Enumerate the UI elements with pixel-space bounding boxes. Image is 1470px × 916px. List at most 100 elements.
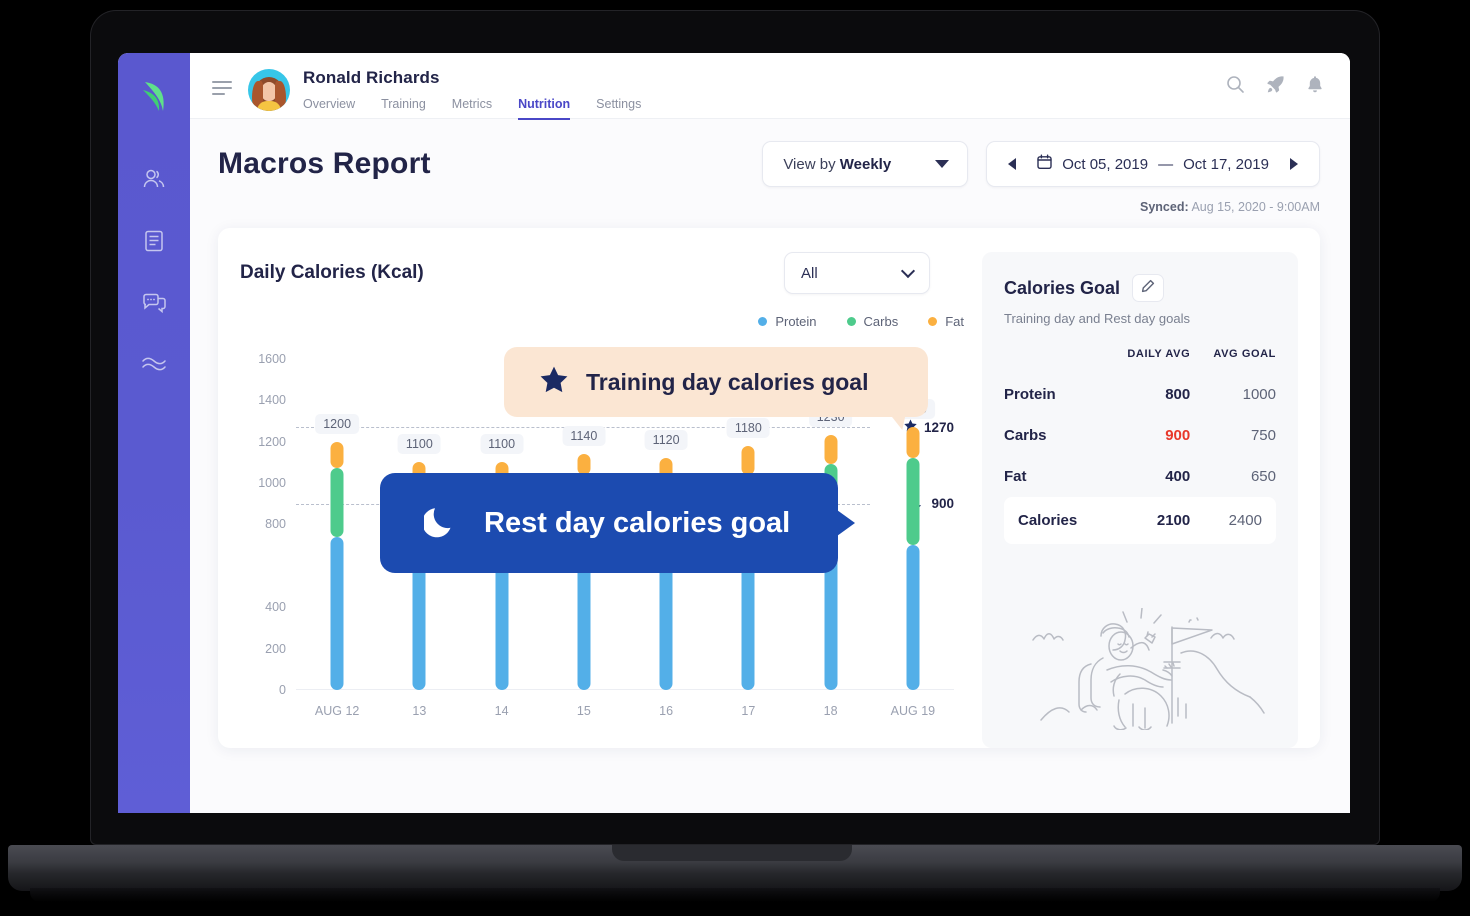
pencil-icon — [1141, 279, 1155, 298]
row-label: Calories — [1004, 497, 1105, 544]
search-icon[interactable] — [1226, 75, 1245, 94]
row-label: Protein — [1004, 386, 1056, 403]
legend-dot-protein — [758, 317, 768, 326]
tab-overview[interactable]: Overview — [303, 97, 355, 120]
chart-title: Daily Calories (Kcal) — [240, 262, 424, 283]
date-range-label[interactable]: Oct 05, 2019 — Oct 17, 2019 — [1037, 154, 1269, 174]
bar-segment-carbs — [906, 458, 920, 546]
synced-value: Aug 15, 2020 - 9:00AM — [1191, 200, 1320, 214]
row-avg-goal: 1000 — [1242, 386, 1276, 403]
x-tick-7: AUG 19 — [890, 704, 936, 718]
user-name: Ronald Richards — [303, 68, 440, 87]
y-axis: 0 200 400 800 1000 1200 1400 1600 — [240, 338, 286, 697]
chart-header: Daily Calories (Kcal) All — [240, 252, 964, 294]
view-by-dropdown[interactable]: View by Weekly — [762, 141, 969, 187]
synced-label: Synced: — [1140, 200, 1189, 214]
bar-value-label: 1200 — [315, 413, 360, 434]
row-daily-avg: 900 — [1165, 427, 1191, 444]
bar-segment-fat — [824, 435, 838, 465]
date-next-button[interactable] — [1283, 153, 1305, 175]
goals-table: DAILY AVG AVG GOAL Protein 800 1000 Carbs 90… — [1004, 348, 1276, 544]
callout-training-text: Training day calories goal — [586, 368, 869, 395]
rocket-icon[interactable] — [1266, 75, 1285, 94]
legend-label: Protein — [775, 314, 817, 329]
sidebar-item-programs[interactable] — [132, 219, 176, 263]
col-avg-goal: AVG GOAL — [1213, 348, 1276, 360]
x-tick-0: AUG 12 — [314, 704, 360, 718]
bar-value-label: 1100 — [480, 434, 524, 455]
legend-dot-fat — [928, 317, 938, 326]
goal-panel-subtitle: Training day and Rest day goals — [1004, 311, 1190, 326]
header-icons — [1226, 75, 1324, 94]
x-tick-1: 13 — [412, 704, 427, 718]
main-area: Ronald Richards Overview Training Metric… — [190, 53, 1350, 813]
bell-icon[interactable] — [1306, 75, 1324, 94]
tab-metrics[interactable]: Metrics — [452, 97, 492, 120]
table-row: Carbs 900 750 — [1004, 415, 1276, 456]
legend-item-carbs[interactable]: Carbs — [846, 314, 899, 329]
view-by-value: Weekly — [839, 155, 892, 173]
y-tick-1600: 1600 — [258, 351, 286, 366]
macros-card: Daily Calories (Kcal) All Protein Carbs Fa… — [218, 228, 1320, 748]
legend-dot-carbs — [846, 317, 856, 326]
climber-with-flag-illustration — [1004, 600, 1276, 730]
tab-settings[interactable]: Settings — [596, 97, 641, 120]
bar-segment-fat — [906, 427, 920, 459]
goal-panel-title: Calories Goal — [1004, 277, 1121, 298]
x-tick-6: 18 — [823, 704, 838, 718]
sidebar-item-clients[interactable] — [132, 157, 176, 201]
y-tick-1000: 1000 — [258, 475, 286, 490]
chart-plot: 0 200 400 800 1000 1200 1400 1600 1270 900 1200 11… — [240, 338, 964, 738]
date-start: Oct 05, 2019 — [1062, 155, 1149, 173]
date-prev-button[interactable] — [1001, 153, 1023, 175]
row-daily-avg: 800 — [1165, 386, 1191, 403]
bar-segment-protein — [330, 536, 344, 690]
sidebar-item-messages[interactable] — [132, 281, 176, 325]
page-title: Macros Report — [218, 147, 431, 180]
x-tick-2: 14 — [494, 704, 509, 718]
y-tick-800: 800 — [265, 517, 286, 532]
hamburger-icon[interactable] — [212, 77, 234, 99]
row-avg-goal: 650 — [1250, 468, 1276, 485]
callout-rest-text: Rest day calories goal — [484, 506, 791, 539]
callout-rest-goal: Rest day calories goal — [380, 473, 855, 573]
goal-value: 1270 — [923, 419, 954, 435]
col-label — [1004, 348, 1104, 374]
date-end: Oct 17, 2019 — [1183, 155, 1269, 173]
bar-value-label: 1120 — [644, 430, 688, 451]
row-avg-goal: 750 — [1250, 427, 1276, 444]
tab-nutrition[interactable]: Nutrition — [518, 97, 571, 120]
x-tick-3: 15 — [576, 704, 591, 718]
synced-status: Synced: Aug 15, 2020 - 9:00AM — [218, 200, 1320, 214]
avatar[interactable] — [248, 69, 290, 111]
y-tick-400: 400 — [265, 600, 286, 615]
bar-0[interactable] — [330, 441, 344, 690]
date-range-picker: Oct 05, 2019 — Oct 17, 2019 — [986, 141, 1320, 187]
legend-item-protein[interactable]: Protein — [758, 314, 817, 329]
x-tick-4: 16 — [659, 704, 674, 718]
legend-label: Fat — [945, 314, 964, 329]
bar-value-label: 1140 — [562, 425, 606, 446]
calendar-icon — [1037, 154, 1052, 174]
date-separator: — — [1158, 155, 1174, 173]
col-daily-avg: DAILY AVG — [1127, 348, 1191, 360]
legend-label: Carbs — [863, 314, 899, 329]
legend-item-fat[interactable]: Fat — [928, 314, 964, 329]
laptop-notch — [612, 845, 852, 861]
bar-value-label: 1180 — [726, 417, 770, 438]
row-daily-avg: 2100 — [1104, 497, 1191, 544]
chart-legend: Protein Carbs Fat — [758, 314, 964, 329]
row-label: Carbs — [1004, 427, 1047, 444]
bar-7[interactable] — [906, 427, 920, 690]
chart-filter-dropdown[interactable]: All — [784, 252, 930, 294]
chart-section: Daily Calories (Kcal) All Protein Carbs Fa… — [240, 252, 964, 748]
view-by-label: View by Weekly — [783, 156, 891, 173]
moon-icon — [422, 503, 458, 544]
bar-segment-fat — [741, 445, 755, 475]
edit-goal-button[interactable] — [1132, 274, 1165, 302]
tab-training[interactable]: Training — [381, 97, 426, 120]
sidebar-item-activity[interactable] — [132, 343, 176, 387]
leaf-logo-icon[interactable] — [134, 75, 174, 119]
y-tick-1200: 1200 — [258, 434, 286, 449]
bar-segment-fat — [330, 441, 344, 469]
